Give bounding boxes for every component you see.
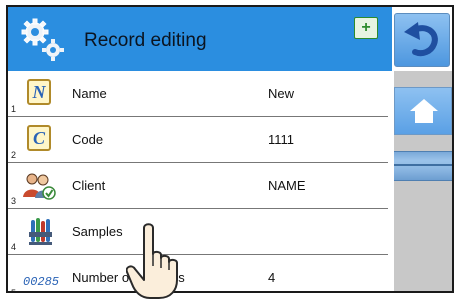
row-label: Name [72, 86, 107, 101]
gears-icon [21, 18, 64, 61]
page-title: Record editing [84, 30, 207, 51]
row-value: 1111 [268, 132, 295, 147]
samples-icon [29, 218, 52, 245]
letter-c-icon: C [22, 125, 56, 155]
letter-n-icon: N [22, 79, 56, 109]
row-label: Code [72, 132, 104, 147]
undo-arrow-icon [404, 22, 438, 57]
device-screen: Record editing + N 1 Name New C 2 Code 1… [6, 5, 454, 293]
row-number: 2 [11, 150, 17, 160]
letter-n-glyph: N [27, 79, 51, 105]
row-label: Client [72, 178, 106, 193]
list-item-samples[interactable]: 4 Samples [8, 209, 392, 255]
scroll-thumb[interactable] [394, 151, 452, 181]
record-list: N 1 Name New C 2 Code 1111 3 Client NAME… [8, 71, 392, 293]
list-item-client[interactable]: 3 Client NAME [8, 163, 392, 209]
list-item-number-of-samples[interactable]: 00285 5 Number of samples 4 [8, 255, 392, 293]
plus-icon[interactable]: + [354, 17, 378, 39]
side-scrollbar[interactable] [394, 71, 452, 291]
scroll-thumb-grip [394, 164, 452, 166]
row-value: New [268, 86, 295, 101]
letter-c-glyph: C [27, 125, 51, 151]
counter-icon: 00285 [22, 263, 60, 291]
row-number: 5 [11, 288, 17, 293]
list-item-code[interactable]: C 2 Code 1111 [8, 117, 392, 163]
row-number: 3 [11, 196, 17, 206]
row-value: NAME [268, 178, 306, 193]
back-button[interactable] [394, 13, 450, 67]
header-bar: Record editing + [8, 7, 392, 71]
client-icon [23, 173, 56, 200]
pointing-hand-icon [126, 223, 178, 299]
home-button[interactable] [394, 87, 452, 135]
list-item-name[interactable]: N 1 Name New [8, 71, 392, 117]
row-number: 4 [11, 242, 17, 252]
row-number: 1 [11, 104, 17, 114]
row-label: Samples [72, 224, 123, 239]
home-icon [410, 99, 438, 123]
row-value: 4 [268, 270, 276, 285]
counter-digits: 00285 [23, 275, 60, 289]
